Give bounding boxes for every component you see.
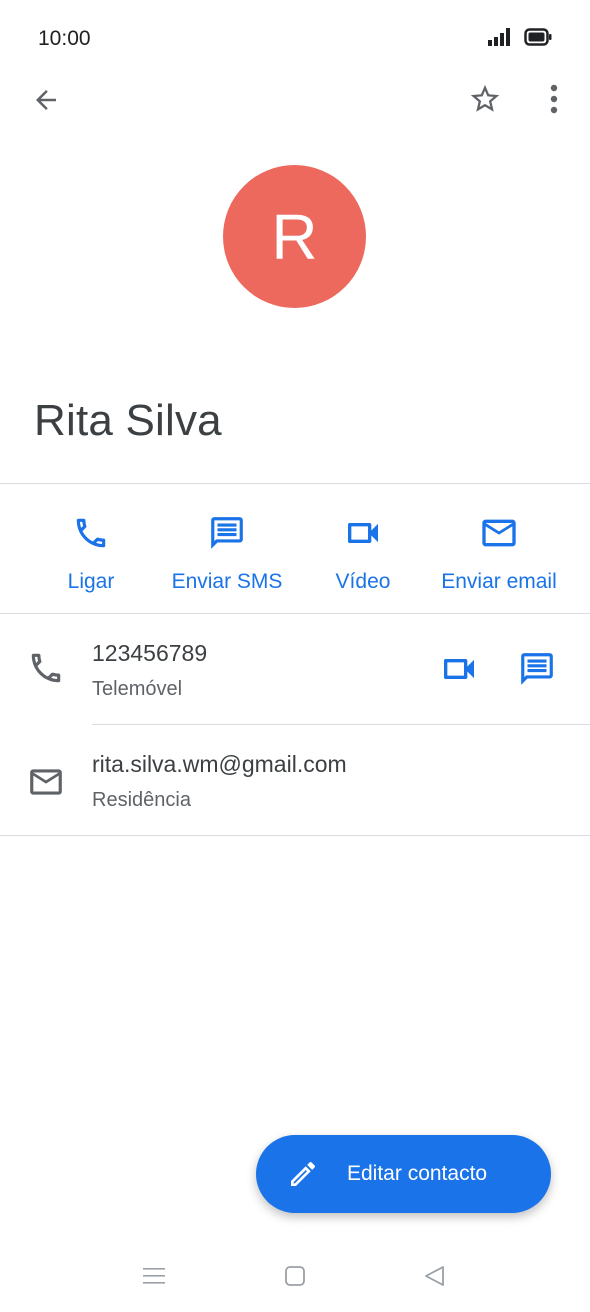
battery-icon: [524, 28, 552, 51]
call-action-button[interactable]: Ligar: [50, 486, 132, 614]
divider: [0, 835, 590, 836]
phone-icon: [72, 510, 110, 556]
email-action-label: Enviar email: [441, 570, 557, 593]
sms-action-button[interactable]: Enviar SMS: [162, 486, 292, 614]
email-icon: [24, 760, 68, 804]
action-bar: Ligar Enviar SMS Vídeo Enviar email: [0, 486, 590, 614]
recents-icon[interactable]: [134, 1258, 174, 1294]
navigation-bar: [0, 1250, 590, 1300]
phone-video-call-button[interactable]: [435, 645, 483, 693]
edit-contact-button[interactable]: Editar contacto: [256, 1135, 551, 1213]
avatar: R: [223, 165, 366, 308]
home-icon[interactable]: [275, 1258, 315, 1294]
divider: [0, 483, 590, 484]
contact-detail-screen: 10:00 R Rita Silva Ligar Enviar SMS Víde…: [0, 0, 590, 1312]
email-type: Residência: [92, 789, 191, 811]
signal-icon: [488, 28, 512, 51]
contact-name: Rita Silva: [34, 396, 222, 445]
back-button[interactable]: [24, 80, 68, 124]
phone-message-button[interactable]: [513, 645, 561, 693]
more-vert-icon: [549, 84, 559, 119]
back-triangle-icon[interactable]: [414, 1258, 454, 1294]
pencil-icon: [286, 1157, 320, 1191]
videocam-icon: [444, 659, 474, 679]
email-address: rita.silva.wm@gmail.com: [92, 751, 347, 777]
star-outline-icon: [468, 82, 502, 121]
phone-type: Telemóvel: [92, 678, 183, 700]
favorite-button[interactable]: [462, 78, 508, 124]
back-arrow-icon: [31, 85, 61, 120]
message-icon: [208, 510, 246, 556]
message-icon: [521, 653, 553, 685]
video-action-button[interactable]: Vídeo: [322, 486, 404, 614]
videocam-icon: [343, 510, 383, 556]
more-options-button[interactable]: [532, 78, 576, 124]
email-detail-row[interactable]: rita.silva.wm@gmail.com Residência: [0, 725, 590, 835]
phone-icon: [24, 646, 68, 690]
status-icons: [488, 28, 552, 51]
phone-number: 123456789: [92, 640, 208, 666]
sms-action-label: Enviar SMS: [171, 570, 283, 593]
email-action-button[interactable]: Enviar email: [430, 486, 568, 614]
video-action-label: Vídeo: [335, 570, 391, 593]
phone-detail-row[interactable]: 123456789 Telemóvel: [0, 614, 590, 724]
edit-contact-label: Editar contacto: [347, 1162, 488, 1185]
app-bar: [0, 78, 590, 124]
call-action-label: Ligar: [67, 570, 115, 593]
email-icon: [479, 510, 519, 556]
status-bar: 10:00: [0, 0, 590, 78]
status-time: 10:00: [38, 27, 91, 50]
